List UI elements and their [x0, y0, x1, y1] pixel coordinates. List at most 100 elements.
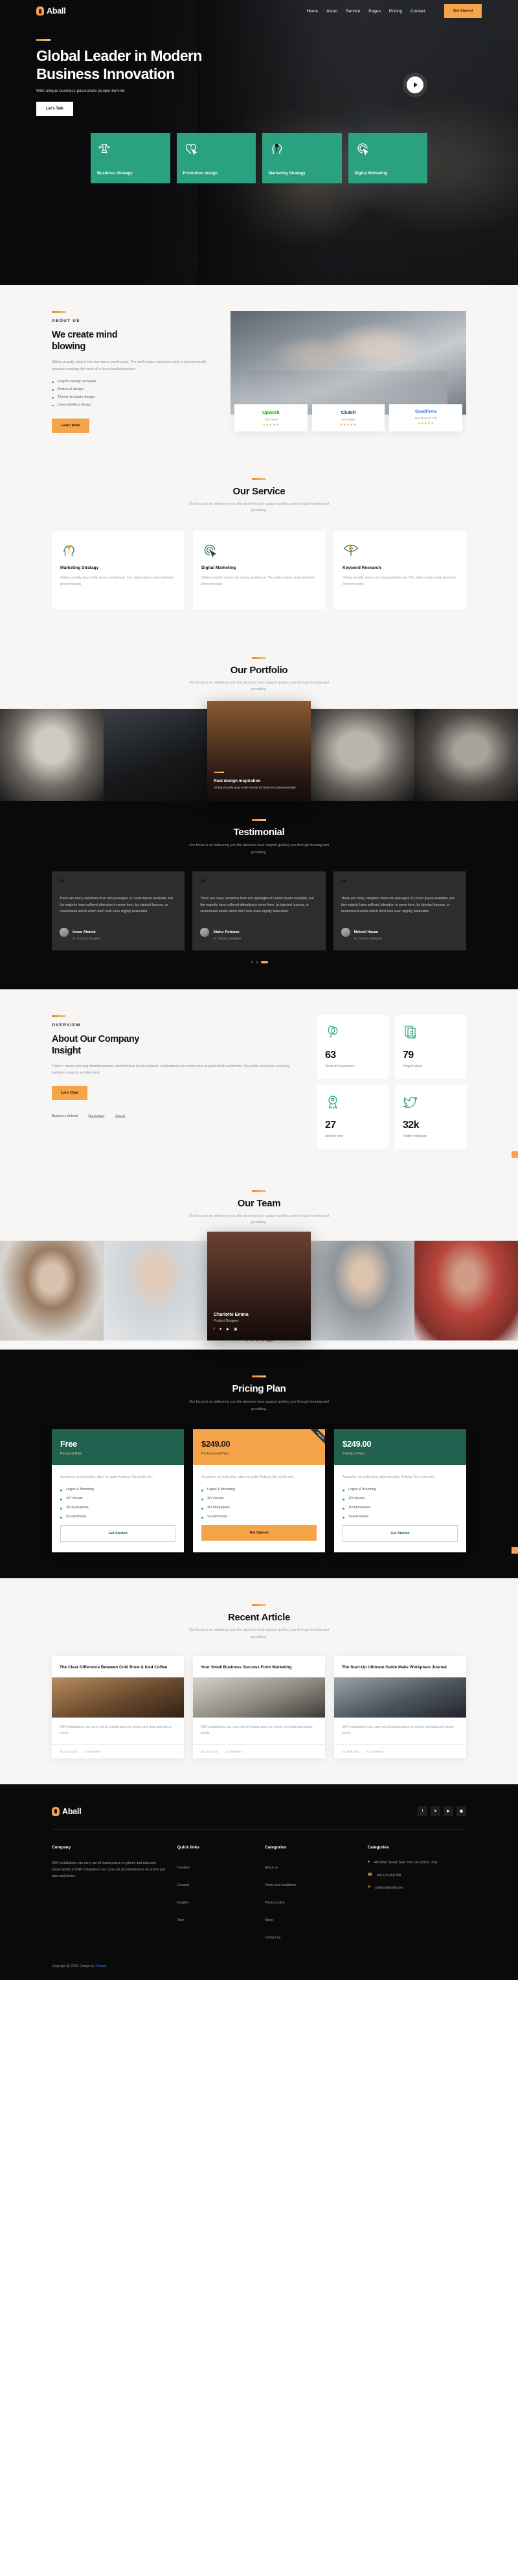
- service-card-marketing-stratagy[interactable]: Marketing Stratagy Sitting proudly atop …: [52, 531, 184, 609]
- service-card-digital-marketing[interactable]: Digital Marketing Sitting proudly atop i…: [193, 531, 325, 609]
- team-member[interactable]: [0, 1240, 104, 1340]
- team-carousel-dots[interactable]: [0, 1339, 518, 1350]
- stat-value: 32k: [403, 1119, 420, 1131]
- article-card[interactable]: Your Small Business Success Form Marketi…: [193, 1656, 325, 1759]
- article-card[interactable]: The Start-Up Ultimate Guide Make Workpla…: [334, 1656, 466, 1759]
- portfolio-item[interactable]: [311, 708, 414, 801]
- pricing-get-started-button[interactable]: Get Started: [343, 1525, 458, 1543]
- logo-rakuten: Rakuten: [88, 1114, 105, 1119]
- list-item: Motion ui design: [52, 387, 214, 391]
- carousel-dot-active[interactable]: [260, 960, 268, 963]
- nav-item-service[interactable]: Service: [346, 9, 360, 14]
- portfolio-item[interactable]: [0, 708, 104, 801]
- pricing-section: Pricing Plan Our focus is on delivering …: [0, 1349, 518, 1579]
- nav-item-home[interactable]: Home: [307, 9, 318, 14]
- nav-item-about[interactable]: About: [326, 9, 337, 14]
- badge-name: Upwork: [262, 409, 280, 415]
- nav-item-pages[interactable]: Pages: [368, 9, 381, 14]
- pricing-plan-name: Personal Plan: [60, 1452, 82, 1456]
- hero-card-digital-marketing[interactable]: Digital Marketing: [348, 133, 427, 184]
- testimonial-author: Mehedi Hasan Sr. Product designer: [341, 925, 458, 941]
- badge-caption: Our Rated 5 of 5: [414, 417, 437, 420]
- brand-logo[interactable]: Aball: [36, 6, 66, 16]
- team-member[interactable]: [311, 1240, 414, 1340]
- footer-link-general[interactable]: General: [177, 1883, 189, 1887]
- team-member[interactable]: [414, 1240, 518, 1340]
- carousel-dot[interactable]: [255, 960, 258, 963]
- footer-link-tech[interactable]: Tech: [177, 1918, 185, 1922]
- get-started-button[interactable]: Get Started: [444, 4, 482, 18]
- footer-link-about-us[interactable]: About us: [265, 1866, 278, 1870]
- testimonial-card: ” There are many variations from into pa…: [192, 871, 326, 950]
- twitter-icon[interactable]: ➤: [431, 1806, 440, 1817]
- twitter-icon[interactable]: ➤: [220, 1328, 223, 1331]
- hero-card-label: Digital Marketing: [354, 171, 388, 176]
- article-text: DNP installations can carry out all main…: [201, 1725, 313, 1736]
- hero-service-cards: Business Stratagy Promotion design Marke…: [91, 133, 427, 184]
- carousel-dots[interactable]: [52, 960, 466, 963]
- article-date: 25 June 2021: [201, 1750, 219, 1754]
- pricing-subtitle: Our focus is on delivering you the absol…: [189, 1400, 329, 1411]
- copyright-link[interactable]: 17sucai: [95, 1964, 106, 1968]
- article-card[interactable]: The Clear Difference Between Cold Brew &…: [52, 1656, 184, 1759]
- team-member-featured[interactable]: Charlotte Emma Product Designer f ➤ ▶ ▣: [207, 1231, 311, 1340]
- lets-talk-button[interactable]: Let's Talk: [36, 102, 73, 117]
- feature-item: 3D Animations: [60, 1506, 175, 1510]
- side-scroll-tab[interactable]: [512, 1547, 518, 1554]
- article-meta: 25 June 2021 2 Comments: [334, 1744, 466, 1758]
- youtube-icon[interactable]: ▶: [444, 1806, 453, 1817]
- author-role: Sr. Product designer: [73, 937, 101, 941]
- hero-card-promotion-design[interactable]: Promotion design: [176, 133, 256, 184]
- service-card-keyword-research[interactable]: Keyword Research Sitting proudly atop is…: [334, 531, 466, 609]
- pricing-card-header: $249.00 Premium Plan: [334, 1429, 466, 1466]
- pricing-features: Logos & Branding 2D Visuals 3D Animation…: [343, 1488, 458, 1519]
- pricing-get-started-button[interactable]: Get Started: [201, 1525, 317, 1541]
- accent-bar: [36, 39, 51, 41]
- instagram-icon[interactable]: ▣: [456, 1806, 466, 1817]
- list-item: Graphic design template: [52, 380, 214, 384]
- pricing-title: Pricing Plan: [232, 1383, 286, 1394]
- footer-email[interactable]: contact@aball.com: [375, 1885, 403, 1891]
- footer-brand[interactable]: Aball: [52, 1806, 82, 1816]
- footer-link-creative[interactable]: Creative: [177, 1866, 190, 1870]
- instagram-icon[interactable]: ▣: [234, 1328, 237, 1331]
- lets-chat-button[interactable]: Let's Chat: [52, 1085, 87, 1100]
- team-member-role: Product Designer: [214, 1318, 239, 1323]
- footer-link-insights[interactable]: Insights: [177, 1901, 189, 1905]
- footer-link-privacy[interactable]: Privacy policy: [265, 1901, 285, 1905]
- team-member[interactable]: [104, 1240, 207, 1340]
- feature-item: 3D Animations: [201, 1506, 317, 1510]
- footer-link-news[interactable]: News: [265, 1918, 273, 1922]
- portfolio-subtitle: Our focus is on delivering you the absol…: [189, 680, 329, 692]
- testimonial-cards: ” There are many variations from into pa…: [52, 871, 466, 950]
- article-image: [334, 1677, 466, 1718]
- about-media-column: Upwork Top Rated ★★★★★ Clutch Our Rated …: [231, 311, 466, 431]
- nav-item-pricing[interactable]: Pricing: [389, 9, 402, 14]
- hero-card-business-stratagy[interactable]: Business Stratagy: [91, 133, 170, 184]
- badge-upwork: Upwork Top Rated ★★★★★: [234, 404, 308, 431]
- play-icon[interactable]: [407, 76, 423, 93]
- facebook-icon[interactable]: f: [214, 1328, 215, 1331]
- youtube-icon[interactable]: ▶: [227, 1328, 229, 1331]
- service-card-title: Keyword Research: [343, 565, 381, 570]
- side-scroll-tab[interactable]: [512, 1151, 518, 1158]
- footer-phone[interactable]: +00 125 458 888: [376, 1873, 401, 1879]
- avatar: [60, 928, 69, 937]
- feature-item: 2D Visuals: [60, 1497, 175, 1501]
- about-image: [231, 311, 466, 415]
- facebook-icon[interactable]: f: [418, 1806, 427, 1817]
- hero-card-marketing-stratagy[interactable]: Marketing Stratagy: [262, 133, 342, 184]
- nav-item-contact[interactable]: Contact: [411, 9, 425, 14]
- carousel-dot[interactable]: [250, 960, 253, 963]
- portfolio-item[interactable]: [104, 708, 207, 801]
- footer-link-terms[interactable]: Terms and conditions: [265, 1883, 296, 1887]
- badge-goodfirms: GoodFirms Our Rated 5 of 5 ★★★★★: [389, 404, 462, 431]
- about-paragraph: Sitting proudly atop is the two-storey p…: [52, 360, 207, 371]
- footer-link-contact-us[interactable]: Contact us: [265, 1936, 280, 1940]
- portfolio-item[interactable]: [414, 708, 518, 801]
- pricing-get-started-button[interactable]: Get Started: [60, 1525, 175, 1543]
- portfolio-item-featured[interactable]: Real design inspiration Sitting proudly …: [207, 700, 311, 801]
- overview-section: OVERVIEW About Our Company Insight Tripl…: [0, 989, 518, 1175]
- learn-more-button[interactable]: Learn More: [52, 418, 90, 433]
- award-ribbon-icon: [325, 1096, 341, 1114]
